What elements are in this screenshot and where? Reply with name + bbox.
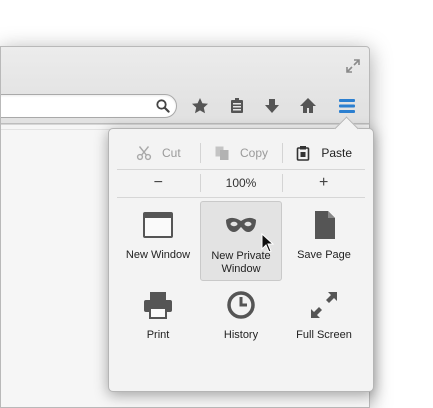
divider <box>1 129 111 130</box>
fullscreen-toggle-icon[interactable] <box>345 58 361 74</box>
search-icon[interactable] <box>155 98 171 114</box>
new-window-label: New Window <box>125 249 191 261</box>
navigation-toolbar <box>1 87 369 124</box>
save-page-label: Save Page <box>297 249 351 261</box>
zoom-reset-button[interactable]: 100% <box>199 169 283 197</box>
edit-controls: Cut Copy Paste <box>117 137 365 169</box>
mouse-pointer-icon <box>261 233 275 253</box>
history-button[interactable]: History <box>200 281 282 361</box>
private-mask-icon <box>226 217 256 232</box>
zoom-controls: − 100% + <box>117 169 365 197</box>
full-screen-button[interactable]: Full Screen <box>283 281 365 361</box>
zoom-out-button[interactable]: − <box>117 169 200 197</box>
clock-icon <box>227 291 255 319</box>
bookmark-star-icon[interactable] <box>190 96 210 116</box>
printer-icon <box>144 292 172 319</box>
cut-button[interactable]: Cut <box>117 137 200 169</box>
new-private-window-label: New Private Window <box>211 250 271 275</box>
home-icon[interactable] <box>298 96 318 116</box>
save-page-icon <box>315 211 335 239</box>
divider <box>117 197 365 198</box>
menu-grid: New Window New Private Window Save Page <box>117 201 365 361</box>
hamburger-menu-icon[interactable] <box>337 96 357 116</box>
url-bar[interactable] <box>1 94 177 118</box>
history-label: History <box>223 329 259 341</box>
new-window-icon <box>143 212 173 238</box>
copy-icon <box>215 146 229 160</box>
bookmarks-menu-icon[interactable] <box>227 96 247 116</box>
full-screen-label: Full Screen <box>296 329 352 341</box>
cut-label: Cut <box>161 146 181 160</box>
print-label: Print <box>146 329 170 341</box>
new-window-button[interactable]: New Window <box>117 201 199 281</box>
title-bar <box>1 47 369 87</box>
app-menu-panel: Cut Copy Paste − 100% + New Window New P… <box>108 116 374 392</box>
zoom-in-button[interactable]: + <box>282 169 365 197</box>
copy-label: Copy <box>240 146 269 160</box>
scissors-icon <box>136 146 152 161</box>
save-page-button[interactable]: Save Page <box>283 201 365 281</box>
paste-icon <box>297 146 310 161</box>
expand-arrows-icon <box>311 292 337 318</box>
paste-button[interactable]: Paste <box>282 137 365 169</box>
copy-button[interactable]: Copy <box>199 137 283 169</box>
download-arrow-icon[interactable] <box>262 96 282 116</box>
paste-label: Paste <box>321 146 353 160</box>
print-button[interactable]: Print <box>117 281 199 361</box>
